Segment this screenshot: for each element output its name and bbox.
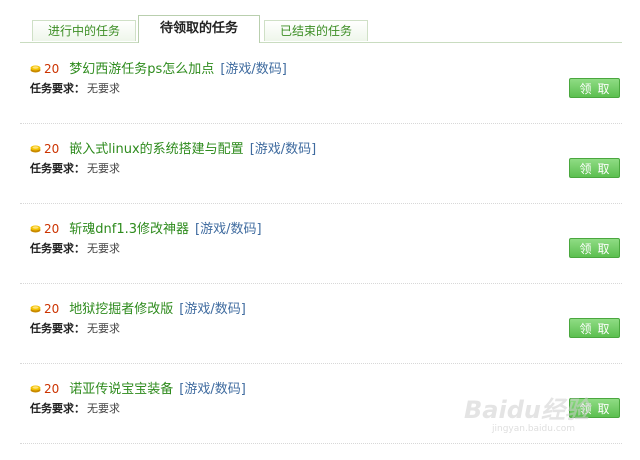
task-title-link[interactable]: 诺亚传说宝宝装备 [69,382,173,397]
reward-points: 20 [44,302,60,316]
claim-button[interactable]: 领取 [569,158,620,178]
task-item: 20 斩魂dnf1.3修改神器 [游戏/数码] 任务要求： 无要求 领取 [20,204,622,284]
tab-in-progress[interactable]: 进行中的任务 [32,20,136,41]
coin-icon [30,225,41,233]
task-requirement: 任务要求： 无要求 [30,401,120,417]
task-category-link[interactable]: [游戏/数码] [220,62,287,77]
task-title-link[interactable]: 梦幻西游任务ps怎么加点 [69,62,214,77]
task-tabs: 进行中的任务 待领取的任务 已结束的任务 [20,14,622,43]
task-requirement: 任务要求： 无要求 [30,81,120,97]
task-title-link[interactable]: 斩魂dnf1.3修改神器 [69,222,189,237]
requirement-value: 无要求 [87,402,120,415]
task-category-link[interactable]: [游戏/数码] [179,302,246,317]
claim-button[interactable]: 领取 [569,398,620,418]
task-title-line: 20 斩魂dnf1.3修改神器 [游戏/数码] [30,220,262,238]
task-category-link[interactable]: [游戏/数码] [195,222,262,237]
task-requirement: 任务要求： 无要求 [30,241,120,257]
task-item: 20 梦幻西游任务ps怎么加点 [游戏/数码] 任务要求： 无要求 领取 [20,44,622,124]
requirement-label: 任务要求： [30,402,85,415]
tab-to-claim[interactable]: 待领取的任务 [138,15,260,43]
task-title-link[interactable]: 地狱挖掘者修改版 [69,302,173,317]
claim-button[interactable]: 领取 [569,78,620,98]
reward-points: 20 [44,62,60,76]
requirement-label: 任务要求： [30,82,85,95]
reward-points: 20 [44,382,60,396]
task-list: 20 梦幻西游任务ps怎么加点 [游戏/数码] 任务要求： 无要求 领取 20 嵌入式l… [20,44,622,444]
task-requirement: 任务要求： 无要求 [30,161,120,177]
task-item: 20 地狱挖掘者修改版 [游戏/数码] 任务要求： 无要求 领取 [20,284,622,364]
task-item: 20 嵌入式linux的系统搭建与配置 [游戏/数码] 任务要求： 无要求 领取 [20,124,622,204]
coin-icon [30,145,41,153]
task-category-link[interactable]: [游戏/数码] [250,142,317,157]
requirement-value: 无要求 [87,322,120,335]
task-title-line: 20 嵌入式linux的系统搭建与配置 [游戏/数码] [30,140,316,158]
task-category-link[interactable]: [游戏/数码] [179,382,246,397]
requirement-label: 任务要求： [30,162,85,175]
reward-points: 20 [44,142,60,156]
task-title-link[interactable]: 嵌入式linux的系统搭建与配置 [69,142,243,157]
task-title-line: 20 地狱挖掘者修改版 [游戏/数码] [30,300,246,318]
requirement-value: 无要求 [87,82,120,95]
requirement-label: 任务要求： [30,322,85,335]
claim-button[interactable]: 领取 [569,318,620,338]
coin-icon [30,65,41,73]
requirement-value: 无要求 [87,242,120,255]
task-title-line: 20 诺亚传说宝宝装备 [游戏/数码] [30,380,246,398]
task-item: 20 诺亚传说宝宝装备 [游戏/数码] 任务要求： 无要求 领取 [20,364,622,444]
task-requirement: 任务要求： 无要求 [30,321,120,337]
claim-button[interactable]: 领取 [569,238,620,258]
task-title-line: 20 梦幻西游任务ps怎么加点 [游戏/数码] [30,60,287,78]
reward-points: 20 [44,222,60,236]
coin-icon [30,305,41,313]
requirement-value: 无要求 [87,162,120,175]
tab-finished[interactable]: 已结束的任务 [264,20,368,41]
coin-icon [30,385,41,393]
requirement-label: 任务要求： [30,242,85,255]
